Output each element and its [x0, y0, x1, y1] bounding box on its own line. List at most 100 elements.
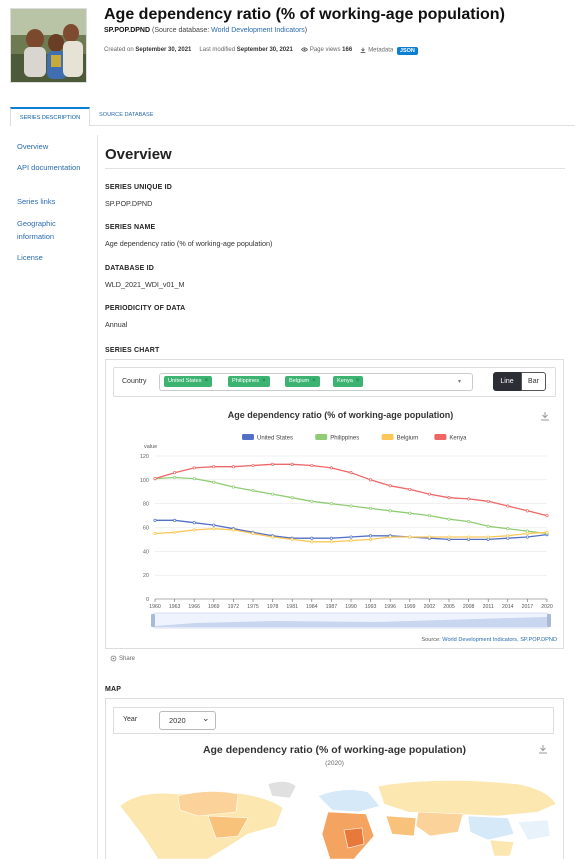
x-tick-label: 2011 [483, 604, 494, 610]
x-tick-label: 1960 [149, 604, 161, 610]
sidebar-item-overview[interactable]: Overview [17, 140, 87, 153]
field-label-database-id: DATABASE ID [105, 265, 154, 272]
data-point [525, 531, 529, 536]
data-point [231, 465, 235, 469]
bar-chart-button[interactable]: Bar [521, 372, 546, 391]
y-axis-label: value [144, 444, 157, 450]
country-chip-belgium[interactable]: Belgium × [285, 376, 320, 387]
sidebar-item-api-documentation[interactable]: API documentation [17, 161, 87, 174]
data-point [467, 497, 471, 501]
tab-series-description[interactable]: SERIES DESCRIPTION [10, 107, 90, 126]
legend-item[interactable]: United States [257, 436, 293, 442]
created-info: Created on September 30, 2021 [104, 47, 192, 54]
sidebar-item-series-links[interactable]: Series links [17, 195, 87, 208]
legend-swatch [315, 434, 328, 440]
legend-swatch [242, 434, 254, 440]
chevron-down-icon[interactable]: ⌄ [202, 713, 210, 724]
data-point [329, 540, 333, 544]
views-info: Page views 166 [300, 47, 352, 53]
overview-heading: Overview [105, 146, 172, 163]
data-point [153, 477, 157, 481]
y-tick-label: 20 [143, 573, 149, 579]
legend-item[interactable]: Philippines [330, 436, 359, 442]
country-chip-united-states[interactable]: United States × [164, 376, 213, 387]
json-badge[interactable]: JSON [396, 46, 418, 55]
data-point [310, 540, 314, 544]
chart-download-icon[interactable] [541, 412, 549, 421]
series-chart-label: SERIES CHART [105, 347, 160, 354]
share-button[interactable]: Share [110, 655, 135, 662]
y-tick-label: 0 [146, 597, 149, 603]
data-point [408, 487, 412, 491]
sidebar-item-license[interactable]: License [17, 251, 87, 264]
legend-item[interactable]: Belgium [397, 436, 419, 442]
legend-swatch [381, 434, 394, 440]
x-tick-label: 1990 [345, 604, 357, 610]
data-point [271, 462, 275, 466]
x-tick-label: 1966 [188, 604, 200, 610]
chip-remove-icon[interactable]: × [205, 378, 209, 384]
series-code: SP.POP.DPND [104, 27, 151, 34]
data-point [271, 492, 275, 496]
data-point [251, 531, 255, 536]
x-tick-label: 2002 [424, 604, 436, 610]
map-subtitle: (2020) [325, 760, 344, 767]
map-download-icon[interactable] [538, 744, 548, 754]
y-tick-label: 80 [143, 502, 149, 508]
tab-source-database[interactable]: SOURCE DATABASE [99, 112, 154, 118]
legend-item[interactable]: Kenya [449, 436, 467, 442]
data-point [427, 492, 431, 496]
data-point [192, 528, 196, 532]
data-point [349, 471, 353, 475]
data-point [388, 509, 392, 513]
x-tick-label: 1978 [267, 604, 279, 610]
source-prefix: (Source database: [152, 27, 212, 34]
x-tick-label: 1963 [169, 604, 181, 610]
country-label: Country [122, 378, 147, 385]
chip-remove-icon[interactable]: × [356, 378, 360, 384]
chart-source-prefix: Source: [421, 637, 442, 643]
download-icon [360, 47, 366, 53]
field-label-series-id: SERIES UNIQUE ID [105, 184, 172, 191]
x-tick-label: 2008 [463, 604, 475, 610]
data-point [212, 523, 216, 527]
data-point [290, 537, 294, 541]
y-tick-label: 40 [143, 549, 149, 555]
chevron-down-icon[interactable]: ▾ [458, 378, 461, 385]
country-chip-philippines[interactable]: Philippines × [228, 376, 270, 387]
data-point [173, 518, 177, 522]
series-code-line: SP.POP.DPND (Source database: World Deve… [104, 27, 307, 34]
chip-remove-icon[interactable]: × [262, 378, 266, 384]
data-point [467, 519, 471, 524]
x-tick-label: 2014 [502, 604, 514, 610]
data-point [525, 535, 529, 539]
range-handle-right[interactable] [547, 614, 551, 627]
source-suffix: ) [304, 27, 308, 34]
data-point [369, 534, 373, 538]
chip-remove-icon[interactable]: × [312, 378, 316, 384]
line-chart-button[interactable]: Line [493, 372, 521, 391]
chart-source-link[interactable]: World Development Indicators, SP.POP.DPN… [442, 637, 557, 643]
country-chip-kenya[interactable]: Kenya × [333, 376, 364, 387]
world-choropleth-map[interactable] [118, 776, 558, 859]
tab-divider [10, 125, 575, 126]
sidebar-item-geographic-information[interactable]: Geographic information [17, 217, 87, 243]
data-point [388, 484, 392, 488]
data-point [290, 496, 294, 500]
data-point [329, 536, 333, 540]
series-line-chart: Age dependency ratio (% of working-age p… [140, 410, 557, 643]
source-database-link[interactable]: World Development Indicators [211, 27, 305, 34]
sidebar-divider [97, 135, 98, 859]
field-label-periodicity: PERIODICITY OF DATA [105, 305, 186, 312]
data-point [271, 535, 275, 539]
data-point [310, 463, 314, 468]
data-point [173, 471, 177, 475]
year-label: Year [123, 716, 138, 723]
range-handle-left[interactable] [151, 614, 155, 627]
data-point [329, 502, 333, 506]
field-label-series-name: SERIES NAME [105, 224, 156, 231]
data-point [349, 539, 353, 543]
data-point [349, 504, 353, 508]
map-title: Age dependency ratio (% of working-age p… [202, 744, 467, 756]
metadata-info[interactable]: Metadata JSON [360, 46, 418, 55]
